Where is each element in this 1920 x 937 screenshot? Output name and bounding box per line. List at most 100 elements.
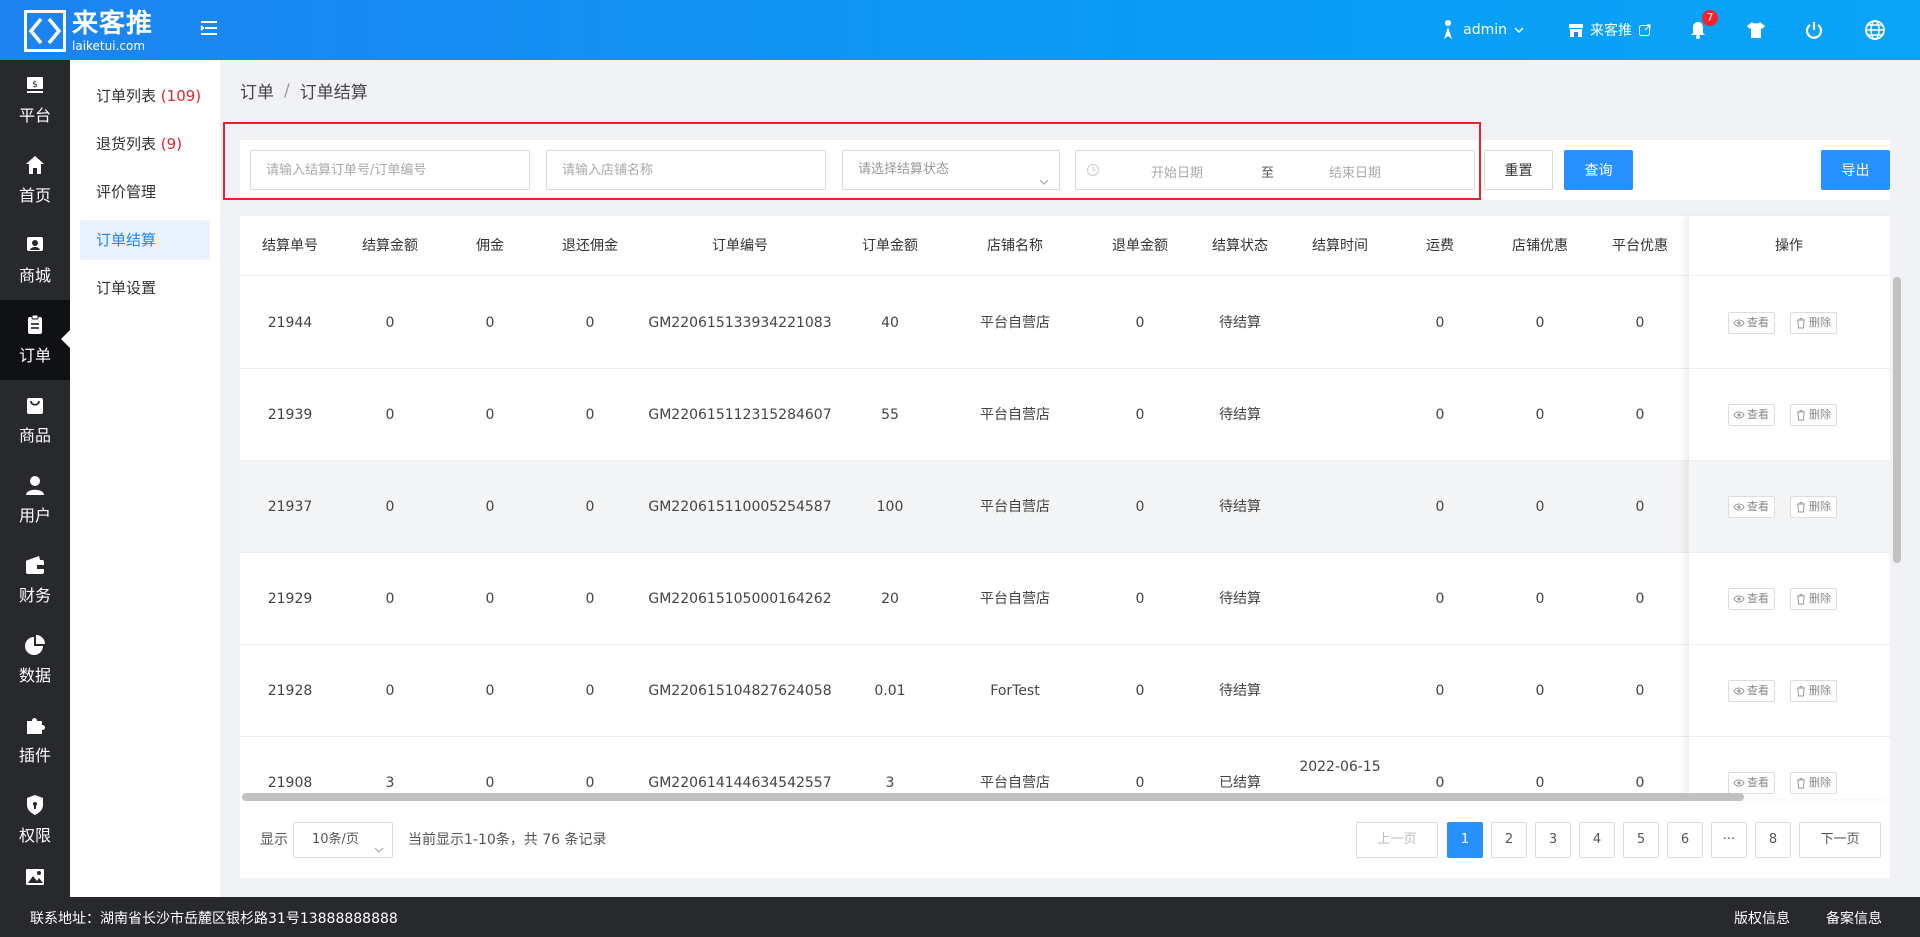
table-cell: 0 xyxy=(485,775,495,791)
page-button[interactable]: 8 xyxy=(1755,822,1791,858)
order-submenu: 订单列表 (109) 退货列表 (9) 评价管理 订单结算 订单设置 xyxy=(70,60,220,897)
column-header: 订单金额 xyxy=(862,238,918,254)
table-cell: 0 xyxy=(1535,499,1545,515)
sidebar-label: 商品 xyxy=(18,426,51,445)
table-cell: GM220615105000164262 xyxy=(648,591,832,607)
submenu-item-return-list[interactable]: 退货列表 (9) xyxy=(80,124,210,164)
table-cell: 0 xyxy=(585,499,595,515)
sidebar-item-order[interactable]: 订单 xyxy=(0,300,70,380)
logo-mark-icon xyxy=(24,10,66,52)
query-button[interactable]: 查询 xyxy=(1564,150,1633,190)
prev-page-button[interactable]: 上一页 xyxy=(1356,822,1438,858)
svg-text:$: $ xyxy=(32,80,38,90)
logo[interactable]: 来客推 laiketui.com xyxy=(24,8,184,54)
page-button[interactable]: 1 xyxy=(1447,822,1483,858)
table-row[interactable]: 21939 0 0 0 GM220615112315284607 55 平台自营店 0 待结算 0… xyxy=(240,369,1890,461)
column-header: 运费 xyxy=(1426,238,1454,254)
submenu-label: 退货列表 xyxy=(96,135,157,153)
column-header: 结算单号 xyxy=(262,238,318,254)
order-icon xyxy=(24,314,46,336)
table-cell: 0 xyxy=(1535,775,1545,791)
table-cell: GM220615112315284607 xyxy=(648,407,832,423)
footer: 联系地址：湖南省长沙市岳麓区银杉路31号13888888888 版权信息 备案信… xyxy=(0,897,1920,937)
table-row[interactable]: 21937 0 0 0 GM220615110005254587 100 平台自营店 0 待结算… xyxy=(240,461,1890,553)
sidebar-item-finance[interactable]: 财务 xyxy=(0,540,70,620)
table-row[interactable]: 21908 3 0 0 GM220614144634542557 3 平台自营店 0 已结算 20… xyxy=(240,737,1890,797)
notification-button[interactable]: 7 xyxy=(1688,10,1718,40)
sidebar-item-media[interactable] xyxy=(0,860,70,897)
pagination: 显示 10条/页 当前显示1-10条，共 76 条记录 上一页 1 2 3 4 5 6 ··… xyxy=(240,822,1890,878)
page-size-value: 10条/页 xyxy=(312,832,359,847)
column-header: 退单金额 xyxy=(1112,238,1168,254)
home-icon xyxy=(24,154,46,176)
submenu-item-settlement[interactable]: 订单结算 xyxy=(80,220,210,260)
theme-button[interactable] xyxy=(1746,20,1766,40)
export-button[interactable]: 导出 xyxy=(1821,150,1890,190)
table-cell: 0 xyxy=(585,315,595,331)
page-button[interactable]: 6 xyxy=(1667,822,1703,858)
table-cell: 待结算 xyxy=(1219,683,1261,699)
table-cell: 0 xyxy=(485,591,495,607)
table-cell: 0 xyxy=(1535,683,1545,699)
sidebar-item-mall[interactable]: 商城 xyxy=(0,220,70,300)
page-button[interactable]: 2 xyxy=(1491,822,1527,858)
table-cell: 0 xyxy=(1635,315,1645,331)
wallet-icon xyxy=(24,554,46,576)
user-menu[interactable]: admin xyxy=(1439,19,1525,41)
column-header: 退还佣金 xyxy=(562,238,618,254)
language-button[interactable] xyxy=(1864,19,1886,41)
sidebar-item-goods[interactable]: 商品 xyxy=(0,380,70,460)
table-row[interactable]: 21928 0 0 0 GM220615104827624058 0.01 ForTest 0… xyxy=(240,645,1890,737)
vertical-scrollbar[interactable] xyxy=(1893,277,1901,563)
settlement-table: 结算单号 结算金额 佣金 退还佣金 订单编号 订单金额 店铺名称 退单金额 结算状态 结算时间 运费… xyxy=(240,216,1890,878)
table-cell: 0 xyxy=(1435,591,1445,607)
store-link[interactable]: 来客推 xyxy=(1567,20,1652,40)
store-name: 来客推 xyxy=(1590,23,1632,39)
sidebar-item-data[interactable]: 数据 xyxy=(0,620,70,700)
table-cell: GM220615104827624058 xyxy=(648,683,832,699)
sidebar-item-user[interactable]: 用户 xyxy=(0,460,70,540)
sidebar-item-permission[interactable]: 权限 xyxy=(0,780,70,860)
submenu-item-reviews[interactable]: 评价管理 xyxy=(80,172,210,212)
table-row[interactable]: 21929 0 0 0 GM220615105000164262 20 平台自营店 0 待结算 0… xyxy=(240,553,1890,645)
chevron-down-icon xyxy=(374,835,384,853)
table-cell: 0 xyxy=(1535,315,1545,331)
page-size-label: 显示 xyxy=(260,832,288,848)
sidebar-item-plugin[interactable]: 插件 xyxy=(0,700,70,780)
next-page-button[interactable]: 下一页 xyxy=(1799,822,1881,858)
main-sidebar: $ 平台 首页 商城 订单 商品 用户 财务 数据 插件 权限 xyxy=(0,60,70,897)
table-cell: 0 xyxy=(1135,499,1145,515)
sidebar-item-home[interactable]: 首页 xyxy=(0,140,70,220)
table-cell: GM220614144634542557 xyxy=(648,775,832,791)
username: admin xyxy=(1463,22,1507,38)
table-row[interactable]: 21944 0 0 0 GM220615133934221083 40 平台自营店 0 待结算 0… xyxy=(240,277,1890,369)
sidebar-label: 平台 xyxy=(18,106,51,125)
record-summary: 当前显示1-10条，共 76 条记录 xyxy=(408,832,607,848)
table-cell: 0 xyxy=(1435,775,1445,791)
chevron-down-icon xyxy=(1513,24,1525,36)
submenu-item-order-list[interactable]: 订单列表 (109) xyxy=(80,76,210,116)
table-cell: 0.01 xyxy=(874,683,906,699)
menu-toggle-icon[interactable] xyxy=(198,17,220,39)
table-header: 结算单号 结算金额 佣金 退还佣金 订单编号 订单金额 店铺名称 退单金额 结算状态 结算时间 运费… xyxy=(240,216,1890,276)
table-cell: 0 xyxy=(1635,499,1645,515)
table-cell: 平台自营店 xyxy=(980,407,1050,423)
table-cell: 40 xyxy=(881,315,899,331)
page-size-select[interactable]: 10条/页 xyxy=(293,822,393,858)
page-button[interactable]: 4 xyxy=(1579,822,1615,858)
horizontal-scrollbar[interactable] xyxy=(242,793,1744,801)
sidebar-label: 用户 xyxy=(18,506,51,525)
copyright-link[interactable]: 版权信息 xyxy=(1734,908,1790,928)
puzzle-icon xyxy=(24,714,46,736)
table-cell: 待结算 xyxy=(1219,407,1261,423)
reset-button[interactable]: 重置 xyxy=(1484,150,1553,190)
sidebar-item-platform[interactable]: $ 平台 xyxy=(0,60,70,140)
submenu-label: 订单设置 xyxy=(96,279,157,297)
logout-button[interactable] xyxy=(1804,20,1824,40)
page-ellipsis[interactable]: ··· xyxy=(1711,822,1747,858)
breadcrumb-root[interactable]: 订单 xyxy=(240,78,274,103)
page-button[interactable]: 5 xyxy=(1623,822,1659,858)
icp-link[interactable]: 备案信息 xyxy=(1826,908,1882,928)
submenu-item-order-settings[interactable]: 订单设置 xyxy=(80,268,210,308)
page-button[interactable]: 3 xyxy=(1535,822,1571,858)
